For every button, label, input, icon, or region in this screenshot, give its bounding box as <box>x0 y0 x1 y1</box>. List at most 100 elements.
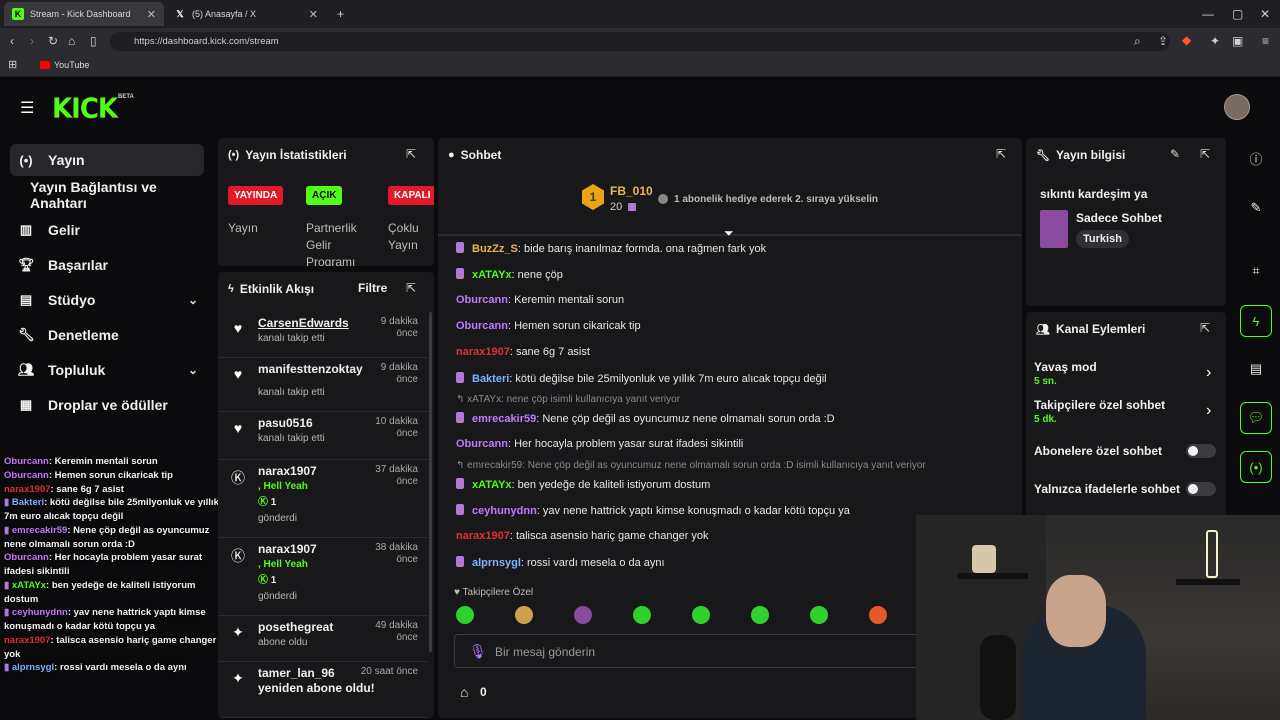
chat-username[interactable]: emrecakir59 <box>12 525 67 536</box>
sidebar-item-denetleme[interactable]: 🔧︎ Denetleme <box>10 319 204 351</box>
popout-icon[interactable]: ⇱ <box>406 281 416 295</box>
activity-item[interactable]: ♥ pasu0516 10 dakika önce kanalı takip etti <box>218 412 428 460</box>
zoom-icon[interactable]: ⌕ <box>1134 34 1141 49</box>
bookmark-icon[interactable]: ▯ <box>90 34 97 48</box>
menu-icon[interactable]: ≡ <box>1262 34 1269 48</box>
info-icon[interactable]: ⓘ <box>1240 142 1272 174</box>
slow-mode-setting[interactable]: Yavaş mod 5 sn. <box>1034 360 1097 387</box>
bookmark-youtube[interactable]: YouTube <box>54 60 89 70</box>
chat-username[interactable]: BuzZz_S <box>472 243 518 255</box>
chat-username[interactable]: narax1907 <box>4 635 50 646</box>
broadcast-icon[interactable]: (•) <box>1240 451 1272 483</box>
sidebar-item-topluluk[interactable]: 👥︎ Topluluk ⌄ <box>10 354 204 386</box>
sidebar-item-yayin[interactable]: (•) Yayın <box>10 144 204 176</box>
chat-username[interactable]: Bakteri <box>472 373 509 385</box>
chat-message[interactable]: Bakteri: kötü değilse bile 25milyonluk v… <box>456 372 827 385</box>
chat-username[interactable]: xATAYx <box>472 479 512 491</box>
chat-message[interactable]: emrecakir59: Nene çöp değil as oyuncumuz… <box>456 412 835 425</box>
reply-context[interactable]: ↰ xATAYx: nene çöp isimli kullanıcıya ya… <box>456 394 680 405</box>
chat-username[interactable]: alprnsygl <box>12 662 54 673</box>
edit-icon[interactable]: ✎ <box>1170 147 1180 161</box>
wallet-icon[interactable]: ▣ <box>1232 34 1243 48</box>
tab-x[interactable]: 𝕏 (5) Anasayfa / X ✕ <box>166 2 326 26</box>
followers-only-setting[interactable]: Takipçilere özel sohbet 5 dk. <box>1034 398 1165 425</box>
chat-message[interactable]: xATAYx: ben yedeğe de kaliteli istiyorum… <box>456 478 710 491</box>
emote-icon[interactable] <box>751 606 769 624</box>
pencil-icon[interactable]: ✎ <box>1240 192 1272 224</box>
emote-icon[interactable] <box>515 606 533 624</box>
activity-item[interactable]: Ⓚnarax1907 37 dakika önce , Hell Yeah Ⓚ 1 gö… <box>218 460 428 538</box>
popout-icon[interactable]: ⇱ <box>996 147 1006 161</box>
activity-username[interactable]: narax1907 <box>258 542 317 556</box>
chat-message[interactable]: Oburcann: Hemen sorun cikaricak tip <box>456 320 641 332</box>
maximize-icon[interactable]: ▢ <box>1232 7 1243 21</box>
activity-item[interactable]: ✦ tamer_lan_96 yeniden abone oldu! 20 saat… <box>218 662 428 718</box>
chat-username[interactable]: ceyhunydnn <box>472 505 537 517</box>
activity-item[interactable]: ♥ CarsenEdwards 9 dakika önce kanalı takip … <box>218 312 428 358</box>
pin-toggle-icon[interactable]: ⏷ <box>724 226 734 241</box>
emotes-only-toggle[interactable] <box>1186 482 1216 496</box>
sidebar-item-basarilar[interactable]: 🏆︎ Başarılar <box>10 249 204 281</box>
notes-icon[interactable]: ▤ <box>1240 353 1272 385</box>
close-window-icon[interactable]: ✕ <box>1260 7 1270 21</box>
apps-grid-icon[interactable]: ⊞ <box>8 58 17 71</box>
chat-username[interactable]: Oburcann <box>456 438 508 450</box>
activity-username[interactable]: CarsenEdwards <box>258 316 349 330</box>
chat-username[interactable]: xATAYx <box>472 269 512 281</box>
close-tab-icon[interactable]: ✕ <box>147 8 156 21</box>
gift-box-icon[interactable]: ⌂ <box>460 684 468 700</box>
forward-icon[interactable]: › <box>30 34 34 48</box>
chat-message[interactable]: narax1907: sane 6g 7 asist <box>456 346 590 358</box>
emote-icon[interactable] <box>869 606 887 624</box>
chat-message[interactable]: xATAYx: nene çöp <box>456 268 563 281</box>
popout-icon[interactable]: ⇱ <box>1200 321 1210 335</box>
emote-icon[interactable] <box>574 606 592 624</box>
chat-username[interactable]: emrecakir59 <box>472 413 536 425</box>
kick-logo[interactable]: KICK <box>52 93 118 125</box>
share-icon[interactable]: ⇪ <box>1158 34 1168 48</box>
microphone-icon[interactable]: 🎙︎ <box>469 643 487 660</box>
emote-icon[interactable] <box>692 606 710 624</box>
leader-name[interactable]: FB_010 <box>610 184 653 198</box>
activity-username[interactable]: narax1907 <box>258 464 317 478</box>
chat-username[interactable]: Oburcann <box>456 294 508 306</box>
chevron-right-icon[interactable]: › <box>1206 402 1211 420</box>
chat-message[interactable]: Oburcann: Keremin mentali sorun <box>456 294 624 306</box>
chat-username[interactable]: Oburcann <box>456 320 508 332</box>
activity-item[interactable]: ✦ posethegreat 49 dakika önce abone oldu <box>218 616 428 662</box>
reply-context[interactable]: ↰ emrecakir59: Nene çöp değil as oyuncum… <box>456 460 926 471</box>
chat-message[interactable]: ceyhunydnn: yav nene hattrick yaptı kims… <box>456 504 850 517</box>
chat-username[interactable]: Oburcann <box>4 470 49 481</box>
lightning-icon[interactable]: ϟ <box>1240 305 1272 337</box>
chat-username[interactable]: xATAYx <box>12 580 46 591</box>
sidebar-item-stream-key[interactable]: Yayın Bağlantısı ve Anahtarı <box>10 179 204 211</box>
subs-only-toggle[interactable] <box>1186 444 1216 458</box>
extensions-icon[interactable]: ✦ <box>1210 34 1220 48</box>
popout-icon[interactable]: ⇱ <box>406 147 416 161</box>
sidebar-item-gelir[interactable]: ▥ Gelir <box>10 214 204 246</box>
activity-username[interactable]: pasu0516 <box>258 416 313 430</box>
chat-username[interactable]: ceyhunydnn <box>12 607 68 618</box>
emote-icon[interactable] <box>810 606 828 624</box>
chat-message[interactable]: narax1907: talisca asensio hariç game ch… <box>456 530 709 542</box>
emote-icon[interactable] <box>456 606 474 624</box>
category-name[interactable]: Sadece Sohbet <box>1076 211 1162 225</box>
close-tab-icon[interactable]: ✕ <box>309 8 318 21</box>
chat-username[interactable]: Oburcann <box>4 456 49 467</box>
chat-username[interactable]: Bakteri <box>12 497 44 508</box>
chat-message[interactable]: alprnsygl: rossi vardı mesela o da aynı <box>456 556 665 569</box>
activity-username[interactable]: posethegreat <box>258 620 333 634</box>
new-tab-icon[interactable]: + <box>337 7 344 21</box>
emote-icon[interactable] <box>633 606 651 624</box>
minimize-icon[interactable]: — <box>1202 7 1214 21</box>
chat-username[interactable]: narax1907 <box>456 346 510 358</box>
chat-message[interactable]: BuzZz_S: bide barış inanılmaz formda. on… <box>456 242 766 255</box>
activity-item[interactable]: Ⓚnarax1907 38 dakika önce , Hell Yeah Ⓚ 1 gö… <box>218 538 428 616</box>
chat-username[interactable]: Oburcann <box>4 552 49 563</box>
chat-username[interactable]: narax1907 <box>456 530 510 542</box>
scan-icon[interactable]: ⌗ <box>1240 255 1272 287</box>
hamburger-menu-icon[interactable]: ☰ <box>20 98 34 118</box>
chat-message[interactable]: Oburcann: Her hocayla problem yasar sura… <box>456 438 743 450</box>
activity-username[interactable]: manifesttenzoktay <box>258 362 363 376</box>
home-icon[interactable]: ⌂ <box>68 34 75 48</box>
